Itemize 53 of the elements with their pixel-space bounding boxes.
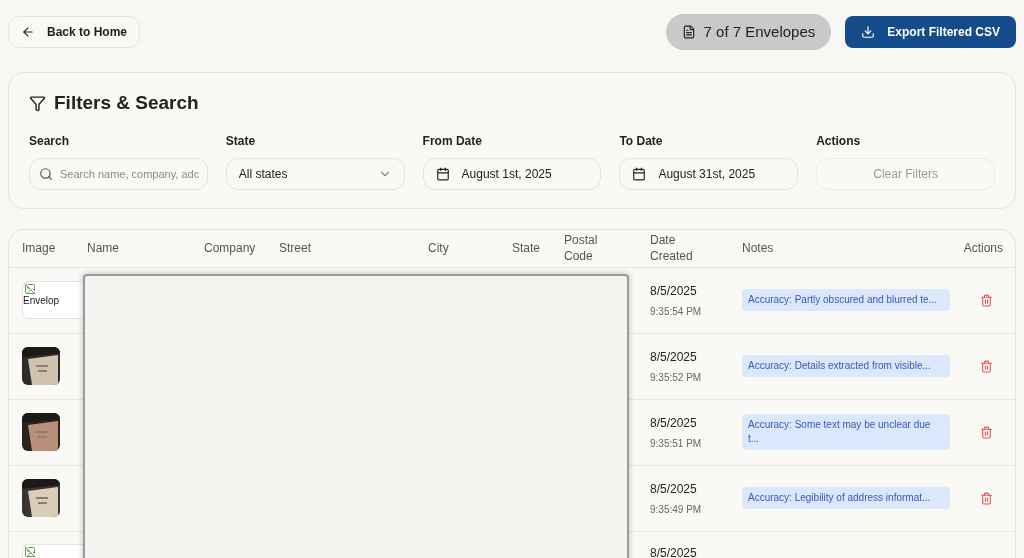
trash-icon [980,425,993,439]
filters-title: Filters & Search [54,91,199,115]
column-header: Image [22,240,57,256]
state-select[interactable]: All states [225,157,405,190]
image-alt-text: Envelop [23,296,60,306]
column-header: Postal Code [564,232,599,264]
count-badge: 7 of 7 Envelopes [665,14,832,50]
note-tag: Accuracy: Partly obscured and blurred te... [742,289,950,311]
date-picker[interactable]: August 1st, 2025 [422,157,602,190]
column-header: City [428,240,450,256]
calendar-icon [435,166,450,181]
date-text: 8/5/2025 [650,414,698,432]
trash-icon [980,359,993,373]
date-text: 8/5/2025 [650,282,698,300]
filter-icon [29,94,46,112]
date-label: To Date [619,132,664,150]
time-text: 9:35:49 PM [650,502,703,517]
broken-image-icon [24,283,36,295]
date-text: 8/5/2025 [650,544,698,558]
delete-button[interactable] [980,425,993,439]
state-label: State [225,132,257,150]
date-label: From Date [422,132,483,150]
time-text: 9:35:54 PM [650,304,703,319]
column-header: Notes [742,240,775,256]
column-header: State [512,240,542,256]
date-picker[interactable]: August 31st, 2025 [619,157,799,190]
search-icon [39,166,53,181]
document-icon [681,25,696,39]
date-text: 8/5/2025 [650,480,698,498]
note-tag: Accuracy: Details extracted from visible... [742,355,950,377]
export-button[interactable]: Export Filtered CSV [845,16,1016,48]
column-header: Date Created [650,232,694,264]
note-tag: Accuracy: Some text may be unclear due t... [742,414,950,450]
date-text: 8/5/2025 [650,348,698,366]
delete-button[interactable] [980,491,993,505]
time-text: 9:35:52 PM [650,370,703,385]
search-label: Search [29,132,71,150]
trash-icon [980,293,993,307]
calendar-icon [632,166,647,181]
broken-image-icon [24,545,36,558]
note-tag: Accuracy: Legibility of address informat... [742,487,950,509]
trash-icon [980,491,993,505]
time-text: 9:35:51 PM [650,436,703,451]
back-button[interactable]: Back to Home [8,16,141,48]
search-field[interactable]: Search name, company, adc [29,157,208,190]
delete-button[interactable] [980,359,993,373]
column-header: Company [204,240,257,256]
column-header: Actions [963,240,1003,256]
column-header: Name [87,240,120,256]
actions-label: Actions [816,132,862,150]
download-icon [861,25,876,39]
column-header: Street [279,240,312,256]
delete-button[interactable] [980,293,993,307]
